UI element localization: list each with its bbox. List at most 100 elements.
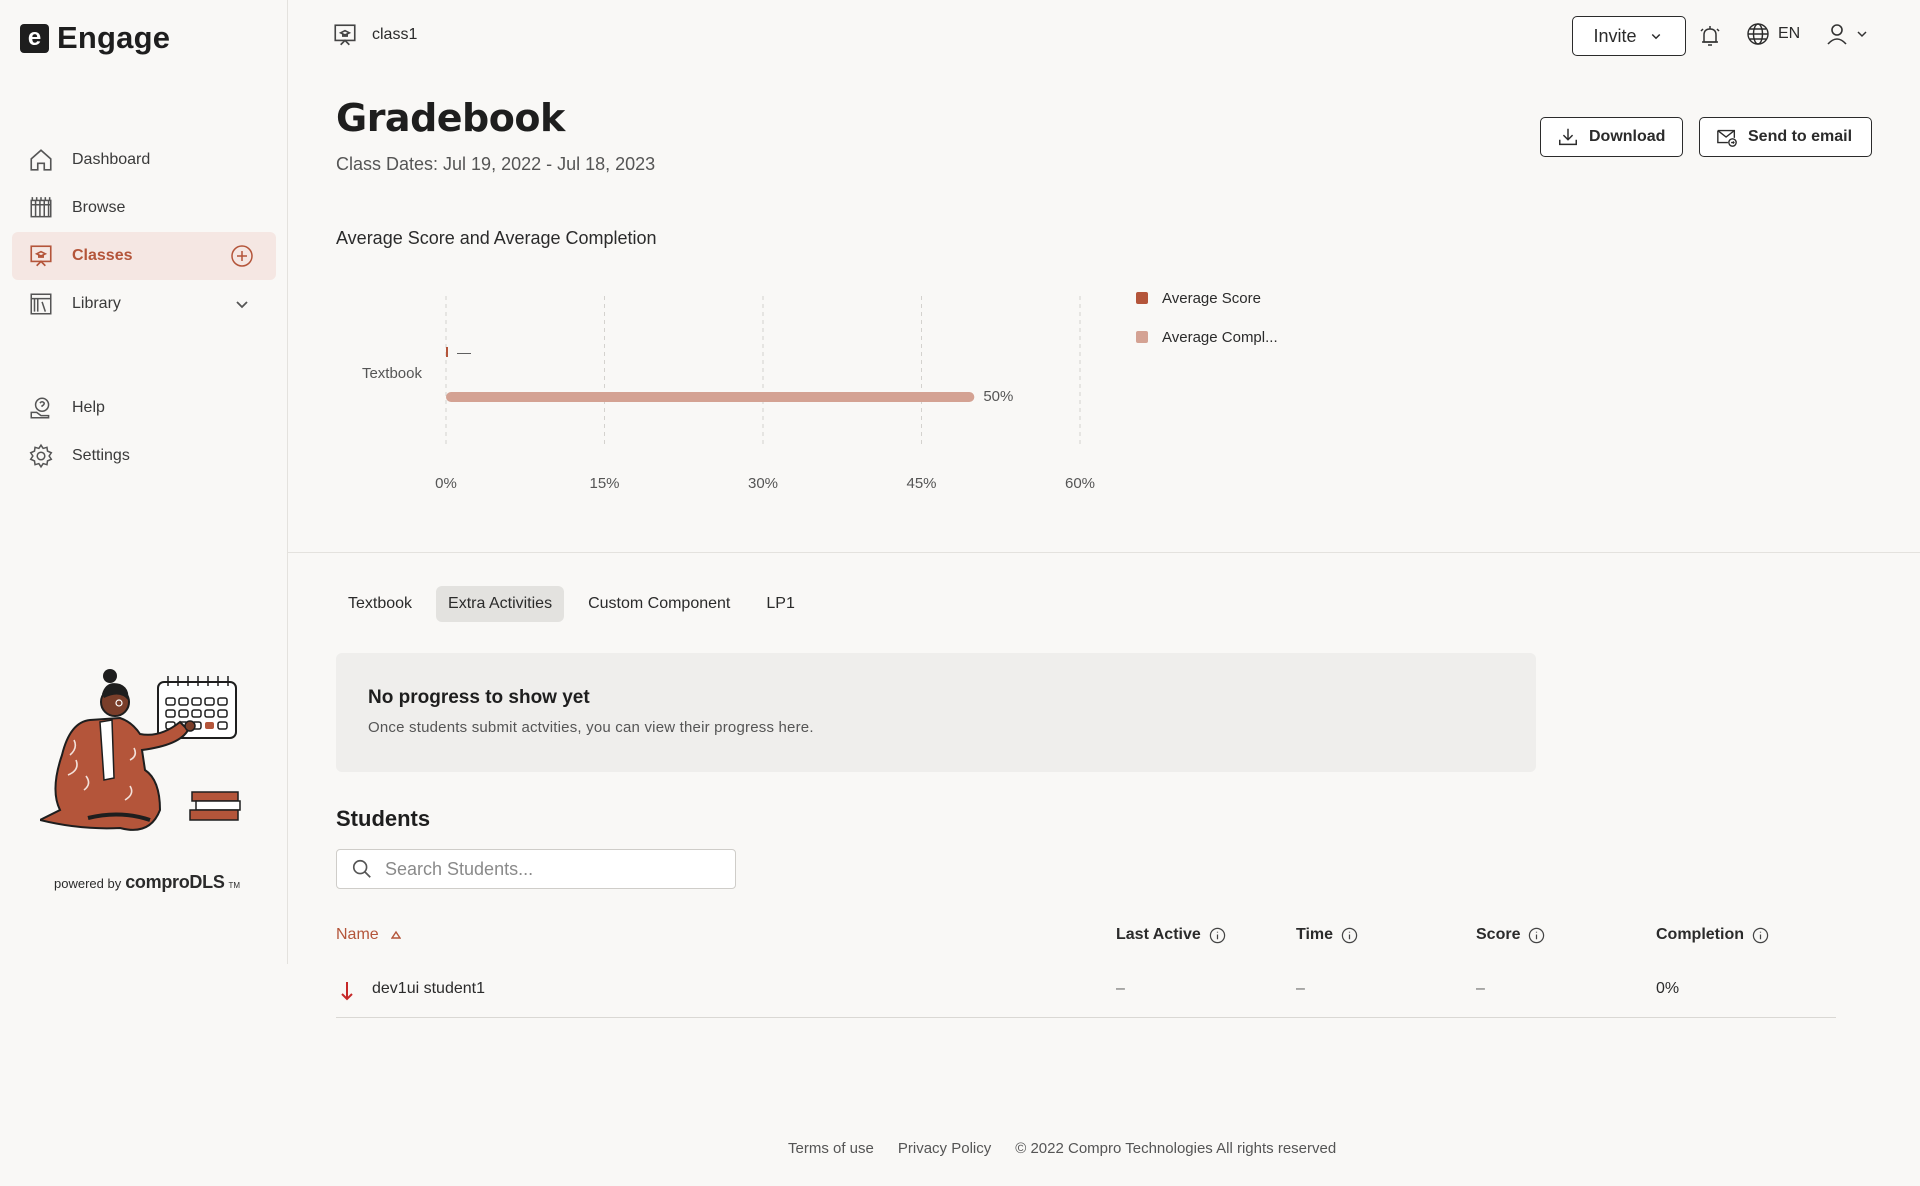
chevron-down-icon: [1854, 26, 1870, 42]
send-to-email-button[interactable]: Send to email: [1699, 117, 1872, 157]
email-icon: [1716, 126, 1738, 148]
tab-custom-component[interactable]: Custom Component: [576, 586, 742, 622]
sidebar-item-label: Help: [72, 399, 105, 416]
teacher-illustration: [40, 660, 250, 845]
column-header-label: Name: [336, 926, 379, 943]
sidebar-item-dashboard[interactable]: Dashboard: [12, 136, 276, 184]
current-class: class1: [332, 22, 417, 48]
sidebar-item-label: Settings: [72, 447, 130, 464]
legend-item-average-completion[interactable]: Average Compl...: [1136, 327, 1278, 347]
average-score-completion-chart: 0% 15% 30% 45% 60% Textbook — 50%: [362, 296, 1095, 492]
brand-logo: e: [20, 23, 49, 53]
column-header-label: Score: [1476, 926, 1521, 943]
empty-state-description: Once students submit actvities, you can …: [368, 719, 814, 736]
user-icon: [1826, 22, 1848, 46]
add-circle-icon[interactable]: [230, 244, 254, 268]
home-icon: [28, 147, 54, 173]
sidebar-item-classes[interactable]: Classes: [12, 232, 276, 280]
download-button[interactable]: Download: [1540, 117, 1683, 157]
chart-title: Average Score and Average Completion: [336, 228, 657, 248]
column-header-name[interactable]: Name: [336, 926, 401, 944]
column-header-score[interactable]: Score: [1476, 926, 1545, 944]
footer: Terms of use Privacy Policy © 2022 Compr…: [788, 1140, 1336, 1157]
chevron-down-icon[interactable]: [230, 292, 254, 316]
help-icon: [28, 395, 54, 421]
page-title: Gradebook: [336, 96, 565, 140]
legend-item-average-score[interactable]: Average Score: [1136, 288, 1278, 308]
brand-name: Engage: [57, 20, 171, 55]
search-icon: [351, 858, 373, 880]
x-tick-label: 0%: [435, 475, 457, 492]
notification-bell-icon[interactable]: [1698, 23, 1722, 49]
sidebar-item-help[interactable]: Help: [12, 384, 276, 432]
language-selector[interactable]: EN: [1746, 22, 1800, 46]
empty-state-panel: No progress to show yet Once students su…: [336, 653, 1536, 772]
x-tick-label: 45%: [906, 475, 936, 492]
invite-button[interactable]: Invite: [1572, 16, 1686, 56]
sidebar-nav: Dashboard Browse Classes Library Help Se…: [12, 136, 276, 480]
sidebar-item-browse[interactable]: Browse: [12, 184, 276, 232]
component-tabs: Textbook Extra Activities Custom Compone…: [336, 586, 807, 622]
x-tick-label: 15%: [589, 475, 619, 492]
table-row[interactable]: dev1ui student1 – – – 0%: [336, 962, 1836, 1018]
student-search: [336, 849, 736, 889]
bar-average-completion: [446, 392, 975, 402]
sidebar-item-library[interactable]: Library: [12, 280, 276, 328]
browse-icon: [28, 195, 54, 221]
legend-label: Average Compl...: [1162, 328, 1278, 346]
trademark-mark: TM: [228, 881, 241, 890]
column-header-label: Last Active: [1116, 926, 1201, 943]
x-tick-label: 30%: [748, 475, 778, 492]
student-last-active: –: [1116, 980, 1125, 997]
class-dates: Class Dates: Jul 19, 2022 - Jul 18, 2023: [336, 154, 656, 174]
sidebar-item-label: Library: [72, 295, 121, 312]
column-header-completion[interactable]: Completion: [1656, 926, 1769, 944]
globe-icon: [1746, 22, 1770, 46]
sidebar-item-settings[interactable]: Settings: [12, 432, 276, 480]
user-menu[interactable]: [1826, 22, 1870, 46]
data-label-average-score: —: [457, 344, 471, 360]
y-category-label: Textbook: [362, 365, 423, 382]
column-header-label: Completion: [1656, 926, 1744, 943]
arrow-down-icon: [340, 979, 354, 1003]
column-header-label: Time: [1296, 926, 1334, 943]
class-board-icon: [332, 22, 358, 48]
legend-swatch: [1136, 331, 1148, 343]
info-icon[interactable]: [1752, 927, 1769, 944]
student-name[interactable]: dev1ui student1: [372, 980, 485, 998]
info-icon[interactable]: [1528, 927, 1545, 944]
info-icon[interactable]: [1341, 927, 1358, 944]
privacy-policy-link[interactable]: Privacy Policy: [898, 1140, 991, 1157]
students-title: Students: [336, 806, 431, 831]
email-label: Send to email: [1748, 128, 1853, 145]
powered-by: powered by comproDLS TM: [54, 872, 240, 893]
language-code: EN: [1778, 25, 1801, 42]
column-header-last-active[interactable]: Last Active: [1116, 926, 1226, 944]
current-class-name: class1: [372, 26, 418, 43]
student-time: –: [1296, 980, 1305, 997]
section-divider: [288, 552, 1920, 553]
student-completion: 0%: [1656, 980, 1680, 997]
tab-extra-activities[interactable]: Extra Activities: [436, 586, 565, 622]
student-score: –: [1476, 980, 1485, 997]
sidebar-item-label: Dashboard: [72, 151, 151, 168]
invite-label: Invite: [1593, 25, 1637, 46]
tab-lp1[interactable]: LP1: [754, 586, 806, 622]
column-header-time[interactable]: Time: [1296, 926, 1358, 944]
download-icon: [1557, 126, 1579, 148]
sidebar-item-label: Browse: [72, 199, 126, 216]
sort-ascending-icon: [390, 930, 401, 940]
search-input[interactable]: [385, 858, 721, 880]
library-icon: [28, 291, 54, 317]
x-tick-label: 60%: [1065, 475, 1095, 492]
powered-by-prefix: powered by: [54, 876, 122, 891]
classes-icon: [28, 243, 54, 269]
chart-legend: Average Score Average Compl...: [1136, 288, 1278, 366]
download-label: Download: [1589, 128, 1666, 145]
brand[interactable]: e Engage: [20, 20, 170, 56]
sidebar-item-label: Classes: [72, 247, 133, 264]
tab-textbook[interactable]: Textbook: [336, 586, 424, 622]
info-icon[interactable]: [1209, 927, 1226, 944]
copyright-text: © 2022 Compro Technologies All rights re…: [1015, 1140, 1337, 1157]
terms-of-use-link[interactable]: Terms of use: [788, 1140, 874, 1157]
